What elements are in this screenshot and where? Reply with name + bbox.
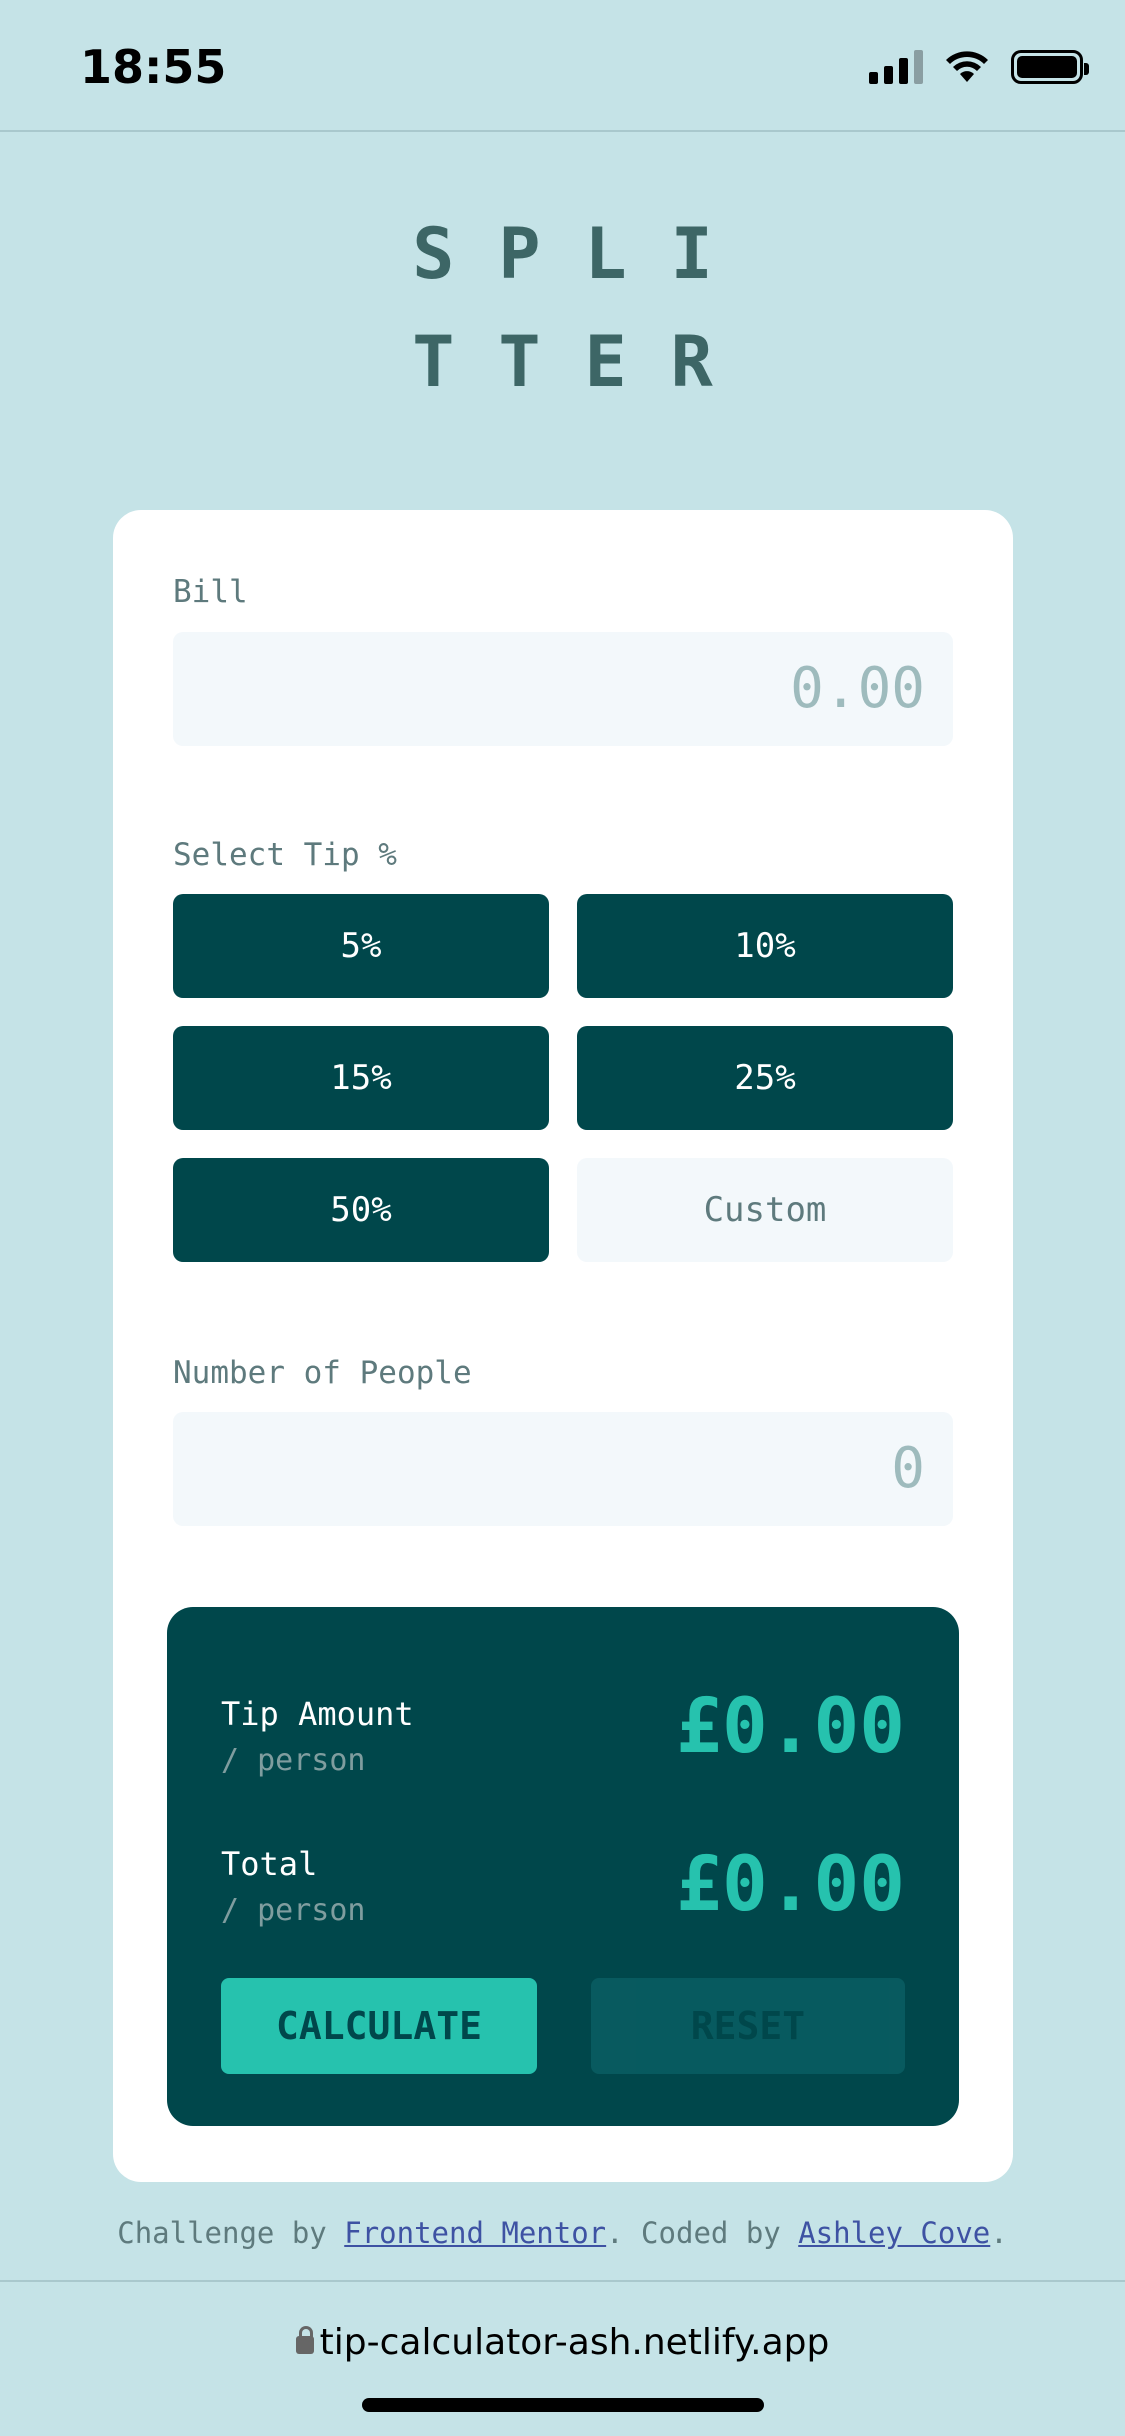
attribution-footer: Challenge by Frontend Mentor. Coded by A… [0, 2216, 1125, 2250]
calculator-card: Bill 0.00 Select Tip % 5% 10% 15% 25% 50… [113, 510, 1013, 2182]
url-text: tip-calculator-ash.netlify.app [319, 2322, 830, 2363]
total-value: £0.00 [676, 1839, 905, 1928]
calculate-button[interactable]: CALCULATE [221, 1978, 537, 2074]
status-icons [869, 50, 1089, 84]
lock-icon [295, 2326, 314, 2354]
select-tip-label: Select Tip % [173, 837, 397, 873]
footer-suffix: . [990, 2216, 1008, 2250]
tip-button-5[interactable]: 5% [173, 894, 549, 998]
wifi-icon [946, 51, 988, 82]
tip-amount-per-person: / person [221, 1743, 366, 1778]
url-display[interactable]: tip-calculator-ash.netlify.app [0, 2322, 1125, 2363]
tip-button-25[interactable]: 25% [577, 1026, 953, 1130]
tip-button-15[interactable]: 15% [173, 1026, 549, 1130]
frontend-mentor-link[interactable]: Frontend Mentor [344, 2216, 606, 2250]
people-label: Number of People [173, 1355, 472, 1391]
result-panel: Tip Amount / person £0.00 Total / person… [167, 1607, 959, 2126]
tip-button-50[interactable]: 50% [173, 1158, 549, 1262]
app-logo: SPLI TTER [0, 200, 1125, 416]
bill-input[interactable]: 0.00 [173, 632, 953, 746]
bill-label: Bill [173, 574, 248, 610]
status-time: 18:55 [80, 40, 227, 94]
total-label: Total [221, 1845, 318, 1883]
custom-tip-input[interactable]: Custom [577, 1158, 953, 1262]
total-per-person: / person [221, 1893, 366, 1928]
status-bar: 18:55 [0, 0, 1125, 132]
footer-prefix: Challenge by [117, 2216, 345, 2250]
tip-amount-label: Tip Amount [221, 1695, 414, 1733]
author-link[interactable]: Ashley Cove [798, 2216, 990, 2250]
home-indicator[interactable] [362, 2398, 764, 2412]
logo-line-1: SPLI [412, 213, 757, 295]
footer-middle: . Coded by [606, 2216, 799, 2250]
logo-line-2: TTER [412, 321, 757, 403]
tip-options: 5% 10% 15% 25% 50% Custom [173, 894, 953, 1262]
people-input[interactable]: 0 [173, 1412, 953, 1526]
browser-url-bar[interactable]: tip-calculator-ash.netlify.app [0, 2280, 1125, 2436]
tip-button-10[interactable]: 10% [577, 894, 953, 998]
reset-button[interactable]: RESET [591, 1978, 905, 2074]
tip-amount-value: £0.00 [676, 1681, 905, 1770]
cellular-signal-icon [869, 50, 923, 84]
battery-icon [1011, 50, 1089, 84]
